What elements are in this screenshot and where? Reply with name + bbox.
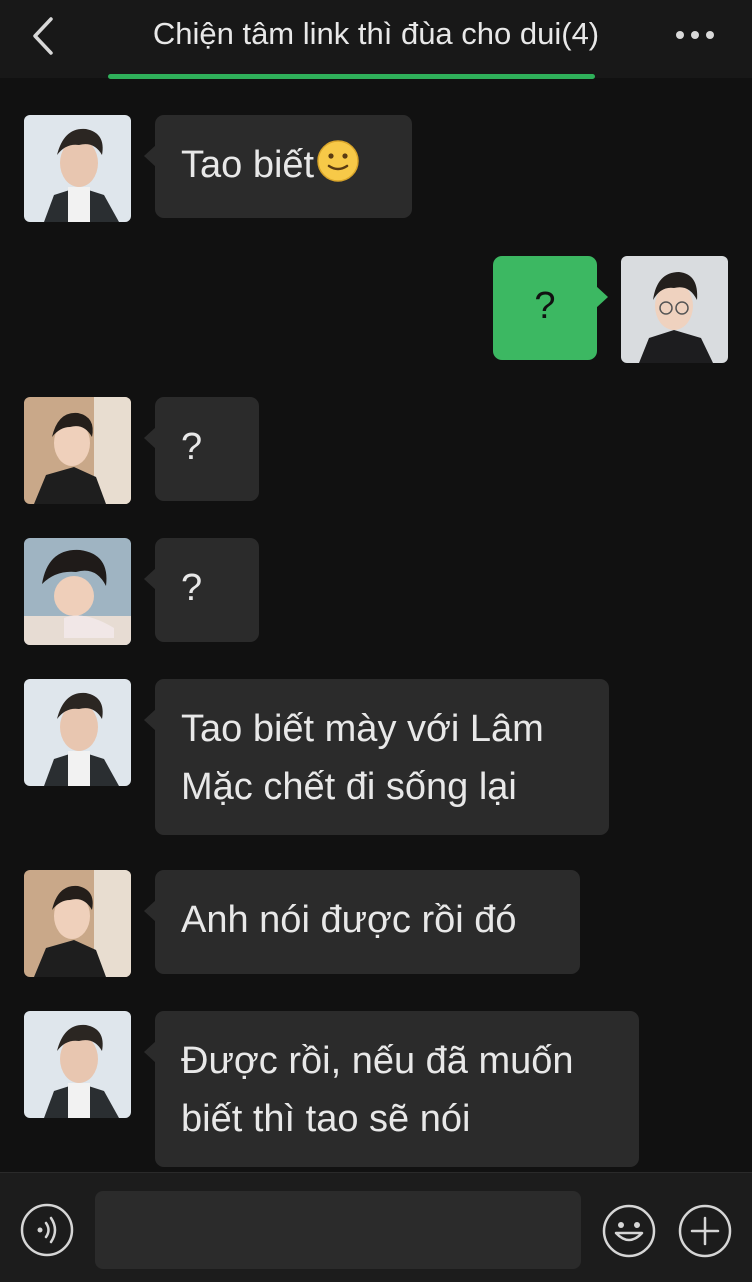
more-functions-button[interactable] [677,1203,733,1259]
avatar[interactable] [24,115,131,222]
voice-icon [20,1203,74,1257]
back-button[interactable] [26,14,60,58]
message-text-line: Mặc chết đi sống lại [181,766,517,808]
avatar[interactable] [24,538,131,645]
message-input[interactable] [95,1191,581,1269]
chat-title: Chiện tâm link thì đùa cho dui(4) [152,16,600,51]
self-avatar[interactable] [621,256,728,363]
more-button[interactable] [668,20,722,50]
message-text: ? [181,567,203,609]
emoji-icon [602,1204,656,1258]
message-text-line: Tao biết mày với Lâm [181,708,544,750]
plus-icon [678,1204,732,1258]
chevron-left-icon [33,17,53,55]
message-text-line: Được rồi, nếu đã muốn [181,1040,574,1082]
status-strip [108,74,595,79]
message-text: ? [534,285,556,327]
avatar[interactable] [24,870,131,977]
avatar[interactable] [24,679,131,786]
voice-button[interactable] [20,1203,74,1257]
more-dots-icon [676,31,714,39]
input-bar [0,1172,752,1282]
avatar[interactable] [24,397,131,504]
slightly-smiling-face-icon [317,140,359,182]
emoji-button[interactable] [601,1203,657,1259]
message-text: Tao biết [181,144,315,186]
chat-header: Chiện tâm link thì đùa cho dui(4) [0,0,752,78]
avatar[interactable] [24,1011,131,1118]
message-text: ? [181,426,203,468]
message-text-line: biết thì tao sẽ nói [181,1098,471,1140]
message-text: Anh nói được rồi đó [181,899,517,941]
